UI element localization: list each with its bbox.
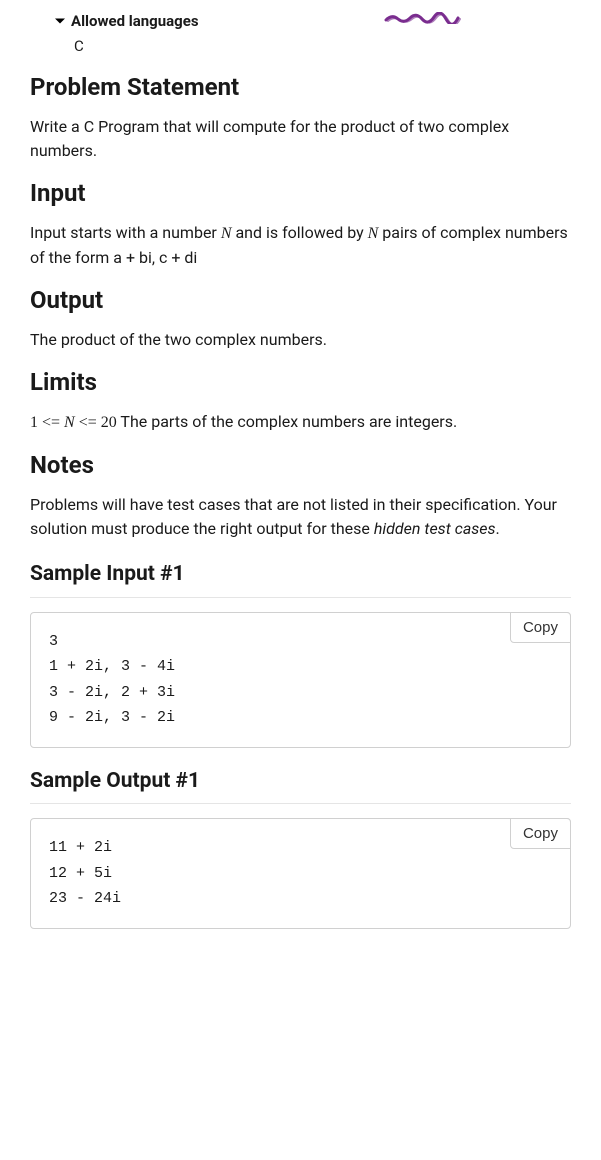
math-N: N [368, 225, 379, 242]
input-text: Input starts with a number N and is foll… [30, 221, 571, 270]
allowed-language-value: C [74, 35, 571, 58]
sample-output-block: Copy 11 + 2i 12 + 5i 23 - 24i [30, 818, 571, 929]
notes-heading: Notes [30, 447, 571, 483]
math-N: N [221, 225, 232, 242]
allowed-languages-toggle[interactable]: Allowed languages [54, 10, 571, 33]
marker-squiggle [384, 12, 464, 24]
limits-math: 1 <= N <= 20 [30, 414, 117, 431]
problem-statement-text: Write a C Program that will compute for … [30, 115, 571, 163]
limits-text: 1 <= N <= 20 The parts of the complex nu… [30, 410, 571, 435]
problem-statement-heading: Problem Statement [30, 69, 571, 105]
output-text: The product of the two complex numbers. [30, 328, 571, 352]
copy-button[interactable]: Copy [510, 612, 571, 643]
notes-text: Problems will have test cases that are n… [30, 493, 571, 541]
output-heading: Output [30, 282, 571, 318]
sample-output-code: 11 + 2i 12 + 5i 23 - 24i [31, 819, 570, 928]
limits-heading: Limits [30, 364, 571, 400]
sample-input-block: Copy 3 1 + 2i, 3 - 4i 3 - 2i, 2 + 3i 9 -… [30, 612, 571, 748]
allowed-languages-label: Allowed languages [71, 10, 199, 33]
chevron-down-icon [54, 15, 66, 27]
sample-input-heading: Sample Input #1 [30, 559, 571, 598]
sample-input-code: 3 1 + 2i, 3 - 4i 3 - 2i, 2 + 3i 9 - 2i, … [31, 613, 570, 747]
allowed-languages-block: Allowed languages C [54, 10, 571, 57]
copy-button[interactable]: Copy [510, 818, 571, 849]
notes-italic: hidden test cases [374, 519, 496, 538]
sample-output-heading: Sample Output #1 [30, 766, 571, 805]
input-heading: Input [30, 175, 571, 211]
